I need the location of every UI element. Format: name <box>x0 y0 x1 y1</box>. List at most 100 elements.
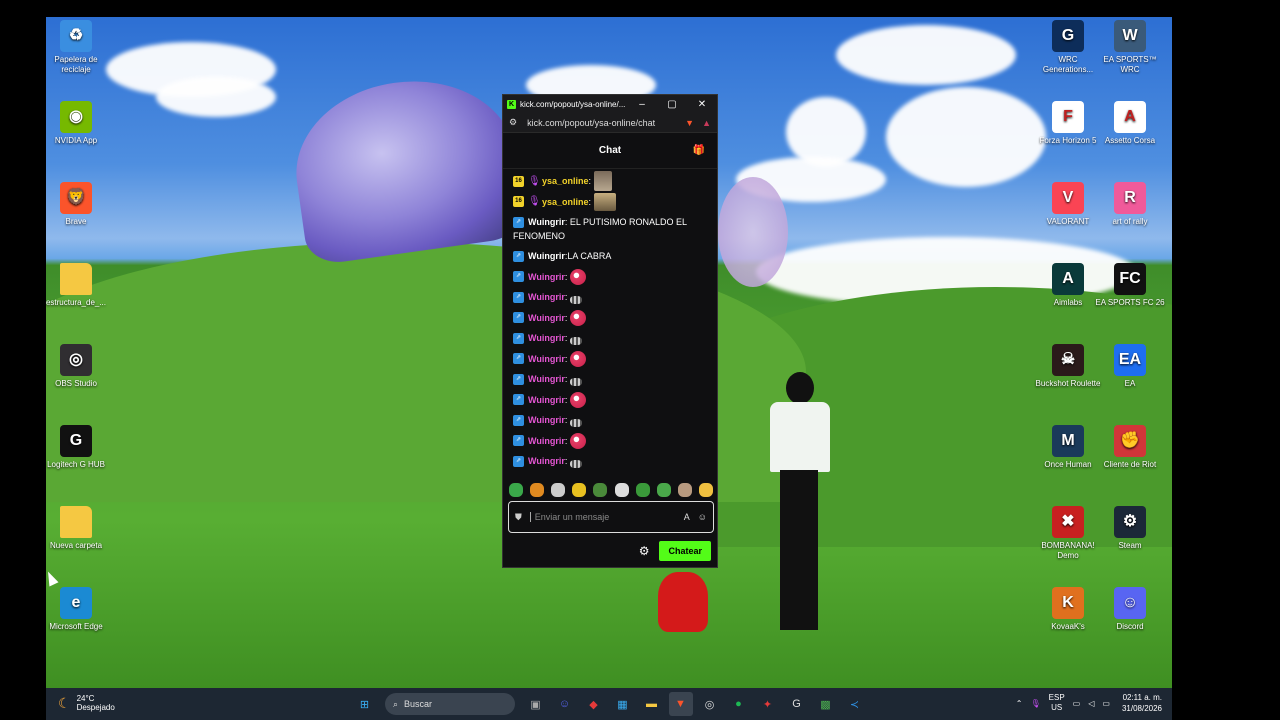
message-input-placeholder[interactable]: Enviar un mensaje <box>529 512 684 522</box>
task-view-icon[interactable]: ▣ <box>524 692 548 716</box>
chat-username[interactable]: Wuingrir <box>528 270 565 284</box>
emoji-icon[interactable]: ☺ <box>698 512 707 522</box>
desktop-shortcut[interactable]: estructura_de_... <box>46 263 111 308</box>
desktop-shortcut[interactable]: W EA SPORTS™ WRC <box>1095 20 1165 75</box>
chat-message[interactable]: ⇗ Wuingrir: <box>513 410 717 431</box>
desktop-shortcut[interactable]: M Once Human <box>1033 425 1103 470</box>
send-chat-button[interactable]: Chatear <box>659 541 711 561</box>
chat-messages-list[interactable]: 16 🎙 ysa_online: 16 🎙 ysa_online: ⇗ Wuingrir:… <box>503 171 717 479</box>
chat-username[interactable]: Wuingrir <box>528 249 565 263</box>
site-settings-icon[interactable]: ⚙ <box>509 117 517 128</box>
chat-username[interactable]: Wuingrir <box>528 311 565 325</box>
chat-message[interactable]: ⇗ Wuingrir: <box>513 431 717 452</box>
chat-username[interactable]: Wuingrir <box>528 331 565 345</box>
gift-icon[interactable]: 🎁 <box>693 145 705 156</box>
desktop-shortcut[interactable]: Rart of rally <box>1095 182 1165 227</box>
chat-message[interactable]: ⇗ Wuingrir: <box>513 267 717 288</box>
microphone-icon[interactable]: 🎙 <box>1031 699 1041 708</box>
desktop-shortcut[interactable]: ◉ NVIDIA App <box>46 101 111 146</box>
chat-message[interactable]: ⇗ Wuingrir: <box>513 287 717 308</box>
chat-message[interactable]: ⇗ Wuingrir: LA CABRA <box>513 246 717 267</box>
chat-message[interactable]: ⇗ Wuingrir: <box>513 451 717 472</box>
chat-username[interactable]: Wuingrir <box>528 372 565 386</box>
quick-emote-icon[interactable] <box>656 483 671 497</box>
brave-rewards-icon[interactable]: ▲ <box>702 118 711 128</box>
weather-widget[interactable]: ☾ 24°C Despejado <box>58 694 115 712</box>
quick-emote-icon[interactable] <box>698 483 713 497</box>
chat-message[interactable]: 16 🎙 ysa_online: <box>513 171 717 192</box>
chat-username[interactable]: Wuingrir <box>528 454 565 468</box>
chat-username[interactable]: Wuingrir <box>528 290 565 304</box>
chat-username[interactable]: Wuingrir <box>528 352 565 366</box>
desktop-shortcut[interactable]: Nueva carpeta <box>46 506 111 551</box>
chat-message[interactable]: ⇗ Wuingrir: <box>513 308 717 329</box>
desktop-shortcut[interactable]: e Microsoft Edge <box>46 587 111 632</box>
chat-username[interactable]: Wuingrir <box>528 413 565 427</box>
vscode-icon[interactable]: ≺ <box>843 692 867 716</box>
maximize-icon[interactable]: ▢ <box>657 99 687 110</box>
chat-settings-gear-icon[interactable]: ⚙ <box>639 544 650 558</box>
quick-emote-icon[interactable] <box>677 483 692 497</box>
shield-icon[interactable]: ⛊ <box>515 512 522 523</box>
chat-message[interactable]: ⇗ Wuingrir: EL PUTISIMO RONALDO EL FENOME… <box>513 212 717 246</box>
chat-message[interactable]: 16 🎙 ysa_online: <box>513 192 717 213</box>
obs-taskbar-icon[interactable]: ◎ <box>698 692 722 716</box>
close-icon[interactable]: ✕ <box>687 99 717 110</box>
desktop-shortcut[interactable]: EA EA <box>1095 344 1165 389</box>
translate-icon[interactable]: A <box>684 512 690 522</box>
quick-emote-icon[interactable] <box>635 483 650 497</box>
address-bar[interactable]: ⚙ kick.com/popout/ysa-online/chat ▼ ▲ <box>503 113 717 133</box>
chat-message[interactable]: ⇗ Wuingrir: <box>513 349 717 370</box>
desktop-shortcut[interactable]: F Forza Horizon 5 <box>1033 101 1103 146</box>
desktop-shortcut[interactable]: G Logitech G HUB <box>46 425 111 470</box>
chat-username[interactable]: Wuingrir <box>528 434 565 448</box>
desktop-shortcut[interactable]: V VALORANT <box>1033 182 1103 227</box>
app-taskbar-icon[interactable]: ✦ <box>756 692 780 716</box>
desktop-shortcut[interactable]: ♻ Papelera de reciclaje <box>46 20 111 75</box>
minecraft-icon[interactable]: ▩ <box>814 692 838 716</box>
brave-shields-icon[interactable]: ▼ <box>685 118 694 128</box>
store-taskbar-icon[interactable]: ▦ <box>611 692 635 716</box>
desktop-shortcut[interactable]: ◎ OBS Studio <box>46 344 111 389</box>
windows-start-icon[interactable]: ⊞ <box>353 692 377 716</box>
desktop-shortcut[interactable]: FC EA SPORTS FC 26 <box>1095 263 1165 308</box>
quick-emote-icon[interactable] <box>551 483 566 497</box>
chat-username[interactable]: ysa_online <box>542 195 589 209</box>
quick-emote-icon[interactable] <box>572 483 587 497</box>
battery-icon[interactable]: ▭ <box>1102 699 1110 708</box>
spotify-icon[interactable]: ● <box>727 692 751 716</box>
chat-message[interactable]: ⇗ Wuingrir: <box>513 390 717 411</box>
desktop-shortcut[interactable]: ✖ BOMBANANA! Demo <box>1033 506 1103 561</box>
logitech-taskbar-icon[interactable]: G <box>785 692 809 716</box>
network-icon[interactable]: ▭ <box>1073 699 1081 708</box>
desktop-shortcut[interactable]: 🦁 Brave <box>46 182 111 227</box>
chevron-up-icon[interactable]: ⌃ <box>1016 699 1023 708</box>
desktop-shortcut[interactable]: ⚙ Steam <box>1095 506 1165 551</box>
quick-emote-icon[interactable] <box>509 483 523 497</box>
game-app-taskbar-icon[interactable]: ◆ <box>582 692 606 716</box>
desktop-shortcut[interactable]: G WRC Generations... <box>1033 20 1103 75</box>
brave-taskbar-icon[interactable]: ▼ <box>668 692 693 716</box>
clock[interactable]: 02:11 a. m. 31/08/2026 <box>1122 692 1162 714</box>
chat-input[interactable]: ⛊ Enviar un mensaje A ☺ <box>508 501 714 533</box>
chat-username[interactable]: Wuingrir <box>528 217 565 227</box>
desktop-shortcut[interactable]: A Assetto Corsa <box>1095 101 1165 146</box>
volume-icon[interactable]: ◁ <box>1088 699 1094 708</box>
chat-message[interactable]: ⇗ Wuingrir: <box>513 328 717 349</box>
desktop-shortcut[interactable]: A Aimlabs <box>1033 263 1103 308</box>
desktop-shortcut[interactable]: ☠ Buckshot Roulette <box>1033 344 1103 389</box>
taskbar-search[interactable]: ⌕ Buscar <box>385 693 515 715</box>
chat-username[interactable]: ysa_online <box>542 174 589 188</box>
discord-taskbar-icon[interactable]: ☺ <box>553 692 577 716</box>
minimize-icon[interactable]: – <box>627 99 657 110</box>
quick-emote-icon[interactable] <box>614 483 629 497</box>
desktop-shortcut[interactable]: ☺ Discord <box>1095 587 1165 632</box>
chat-message[interactable]: ⇗ Wuingrir: <box>513 369 717 390</box>
chat-username[interactable]: Wuingrir <box>528 393 565 407</box>
quick-emote-icon[interactable] <box>530 483 545 497</box>
file-explorer-icon[interactable]: ▬ <box>640 692 664 716</box>
quick-emote-icon[interactable] <box>593 483 608 497</box>
desktop-shortcut[interactable]: K KovaaK's <box>1033 587 1103 632</box>
desktop-shortcut[interactable]: ✊ Cliente de Riot <box>1095 425 1165 470</box>
window-titlebar[interactable]: K kick.com/popout/ysa-online/... – ▢ ✕ <box>503 95 717 113</box>
